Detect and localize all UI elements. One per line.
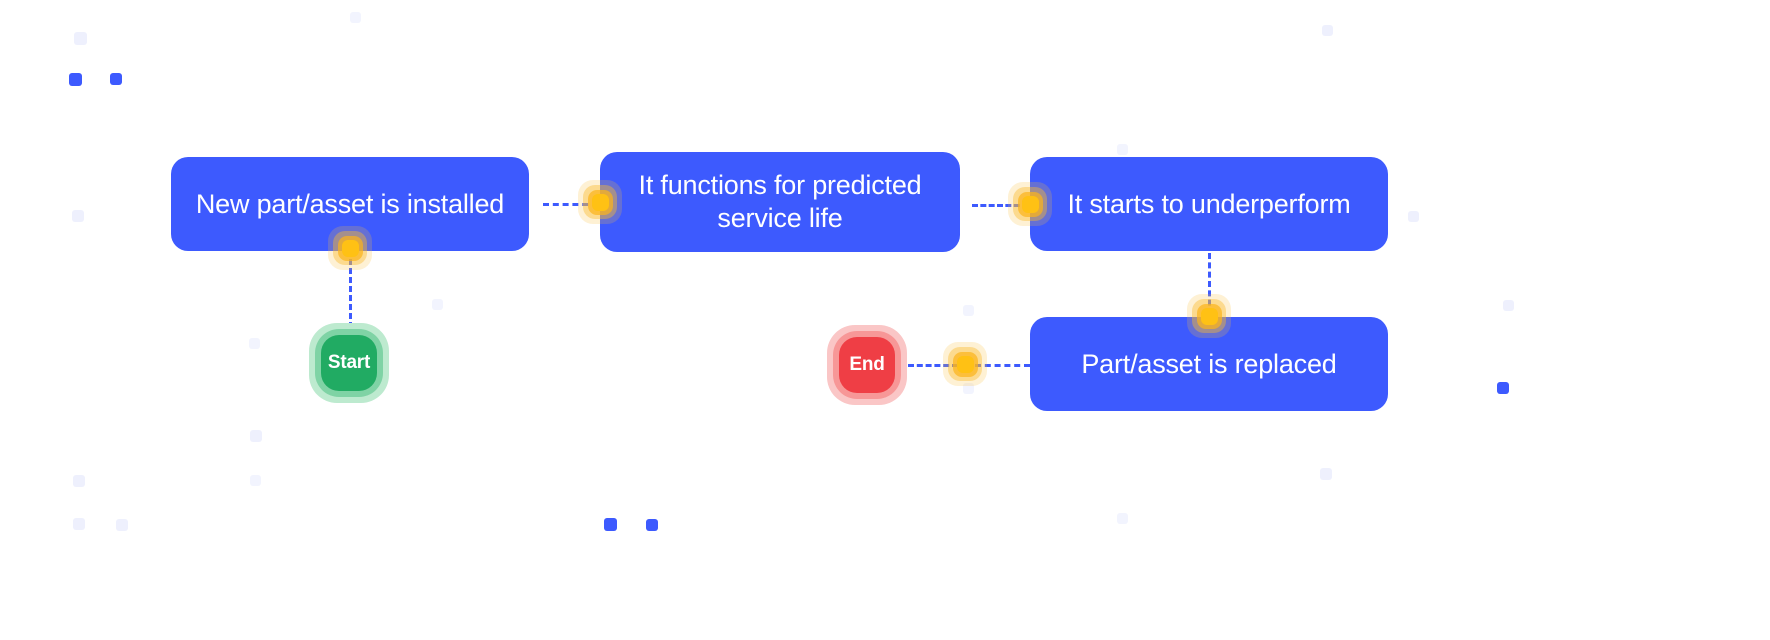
decorative-dot (1497, 382, 1509, 394)
decorative-dot (1503, 300, 1514, 311)
junction-dot-icon (942, 341, 988, 387)
start-badge-core: Start (321, 335, 377, 391)
decorative-dot (110, 73, 122, 85)
decorative-dot (604, 518, 617, 531)
junction-dot-core (1021, 195, 1039, 213)
start-badge-label: Start (327, 352, 371, 373)
junction-dot-core (341, 239, 359, 257)
decorative-dot (1117, 144, 1128, 155)
decorative-dot (1408, 211, 1419, 222)
decorative-dot (73, 518, 85, 530)
node-label: New part/asset is installed (195, 188, 505, 219)
diagram-card: New part/asset is installed It functions… (0, 0, 1770, 640)
decorative-dot (250, 430, 262, 442)
junction-dot-icon (327, 225, 373, 271)
node-functions-for-service-life[interactable]: It functions for predicted service life (600, 152, 960, 252)
flowchart-surface: New part/asset is installed It functions… (0, 0, 1770, 640)
junction-dot-core (591, 193, 609, 211)
start-badge[interactable]: Start (309, 323, 389, 403)
node-label: It starts to underperform (1067, 188, 1351, 219)
decorative-dot (350, 12, 361, 23)
decorative-dot (1320, 468, 1332, 480)
junction-dot-icon (577, 179, 623, 225)
decorative-dot (69, 73, 82, 86)
junction-dot-icon (1007, 181, 1053, 227)
end-badge-label: End (849, 354, 885, 375)
decorative-dot (646, 519, 658, 531)
decorative-dot (116, 519, 128, 531)
decorative-dot (73, 475, 85, 487)
decorative-dot (1117, 513, 1128, 524)
decorative-dot (963, 305, 974, 316)
decorative-dot (1322, 25, 1333, 36)
node-label: It functions for predicted service life (638, 170, 922, 233)
decorative-dot (72, 210, 84, 222)
decorative-dot (74, 32, 87, 45)
end-badge-core: End (839, 337, 895, 393)
junction-dot-core (956, 355, 974, 373)
node-label: Part/asset is replaced (1081, 348, 1337, 379)
junction-dot-core (1200, 307, 1218, 325)
decorative-dot (250, 475, 261, 486)
node-starts-to-underperform[interactable]: It starts to underperform (1030, 157, 1388, 251)
end-badge[interactable]: End (827, 325, 907, 405)
decorative-dot (432, 299, 443, 310)
junction-dot-icon (1186, 293, 1232, 339)
decorative-dot (249, 338, 260, 349)
